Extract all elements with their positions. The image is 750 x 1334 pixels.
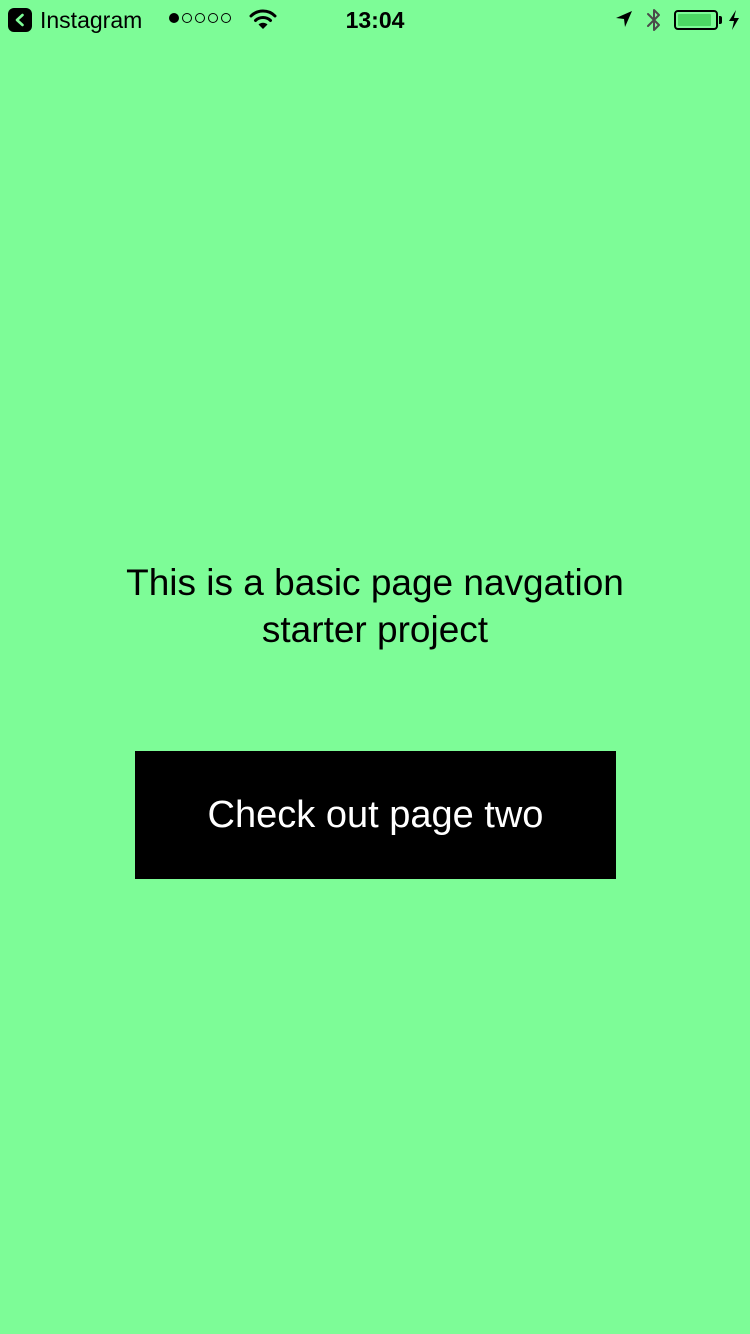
battery-level-fill: [678, 14, 712, 26]
intro-text: This is a basic page navgation starter p…: [126, 562, 624, 650]
check-out-page-two-button[interactable]: Check out page two: [135, 751, 616, 879]
status-bar: Instagram 13:04: [0, 0, 750, 40]
battery-indicator: [674, 10, 718, 30]
battery-tip: [719, 16, 722, 24]
status-time: 13:04: [345, 7, 405, 33]
bluetooth-icon: [644, 7, 664, 38]
location-arrow-icon: [614, 9, 634, 34]
bolt-icon: [727, 9, 741, 36]
